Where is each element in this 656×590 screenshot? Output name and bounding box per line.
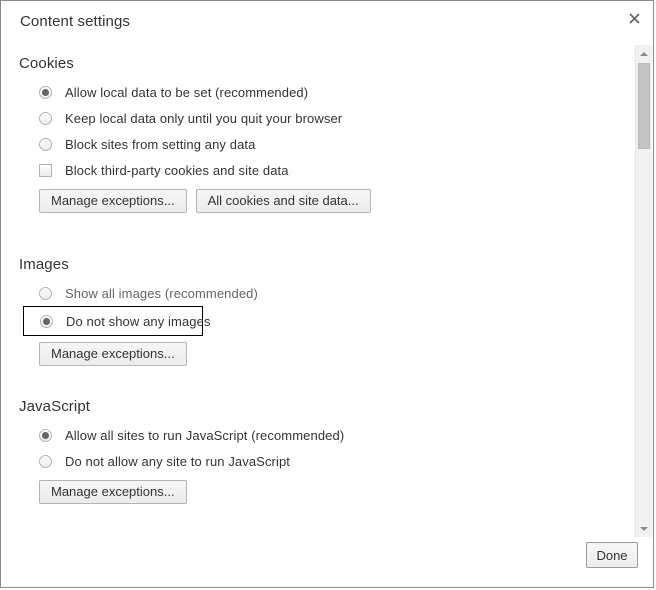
settings-section: Images Show all images (recommended) Do no… bbox=[2, 256, 622, 366]
radio-input[interactable] bbox=[39, 85, 52, 99]
dialog-titlebar: Content settings bbox=[1, 1, 653, 45]
radio-input[interactable] bbox=[39, 137, 52, 151]
option-label: Block sites from setting any data bbox=[65, 136, 256, 152]
close-icon[interactable] bbox=[621, 5, 647, 31]
option-label: Show all images (recommended) bbox=[65, 285, 258, 301]
scroll-up-arrow-icon[interactable] bbox=[636, 45, 652, 62]
radio-input[interactable] bbox=[39, 454, 52, 468]
scrollbar-thumb[interactable] bbox=[638, 63, 650, 149]
radio-input[interactable] bbox=[39, 428, 52, 442]
option-label: Do not show any images bbox=[66, 313, 211, 329]
option-label: Allow all sites to run JavaScript (recom… bbox=[65, 427, 345, 443]
option-label: Do not allow any site to run JavaScript bbox=[65, 453, 291, 469]
radio-input[interactable] bbox=[39, 111, 52, 125]
radio-option-row[interactable]: Keep local data only until you quit your… bbox=[39, 105, 622, 131]
section-button-row: Manage exceptions... bbox=[39, 342, 622, 366]
settings-section: Cookies Allow local data to be set (recom… bbox=[2, 55, 622, 213]
option-label: Block third-party cookies and site data bbox=[65, 162, 289, 178]
manage-exceptions-button[interactable]: Manage exceptions... bbox=[39, 342, 187, 366]
vertical-scrollbar[interactable] bbox=[635, 45, 652, 537]
section-heading: JavaScript bbox=[19, 398, 91, 415]
section-button-row: Manage exceptions... bbox=[39, 480, 622, 504]
content-settings-dialog: Content settings Cookies Allow local data… bbox=[0, 0, 654, 588]
all-cookies-and-site-data-button[interactable]: All cookies and site data... bbox=[195, 189, 371, 213]
section-heading: Images bbox=[19, 256, 69, 273]
section-heading: Cookies bbox=[19, 55, 74, 72]
option-label: Allow local data to be set (recommended) bbox=[65, 84, 309, 100]
radio-option-row[interactable]: Allow local data to be set (recommended) bbox=[39, 79, 622, 105]
radio-option-row[interactable]: Do not show any images bbox=[23, 306, 210, 336]
radio-input[interactable] bbox=[39, 286, 52, 300]
checkbox-option-row[interactable]: Block third-party cookies and site data bbox=[39, 157, 622, 183]
radio-option-row[interactable]: Show all images (recommended) bbox=[39, 280, 622, 306]
manage-exceptions-button[interactable]: Manage exceptions... bbox=[39, 189, 187, 213]
settings-scroll-content: Cookies Allow local data to be set (recom… bbox=[2, 45, 653, 539]
radio-option-row[interactable]: Do not allow any site to run JavaScript bbox=[39, 448, 622, 474]
done-button[interactable]: Done bbox=[586, 542, 638, 568]
dialog-footer: Done bbox=[2, 537, 653, 587]
section-button-row: Manage exceptions... All cookies and site… bbox=[39, 189, 622, 213]
radio-option-row[interactable]: Block sites from setting any data bbox=[39, 131, 622, 157]
dialog-title: Content settings bbox=[20, 13, 130, 30]
scroll-down-arrow-icon[interactable] bbox=[636, 520, 652, 537]
radio-option-row[interactable]: Allow all sites to run JavaScript (recom… bbox=[39, 422, 622, 448]
checkbox-input[interactable] bbox=[39, 163, 52, 177]
radio-input[interactable] bbox=[40, 314, 53, 328]
option-label: Keep local data only until you quit your… bbox=[65, 110, 343, 126]
settings-section: JavaScript Allow all sites to run JavaScr… bbox=[2, 398, 622, 504]
manage-exceptions-button[interactable]: Manage exceptions... bbox=[39, 480, 187, 504]
